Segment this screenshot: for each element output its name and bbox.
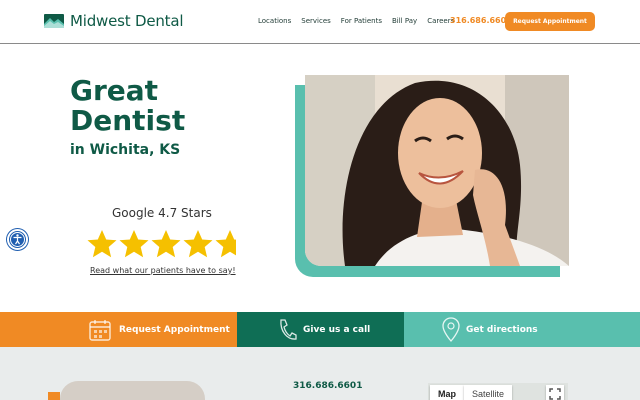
hero-subtitle: in Wichita, KS [70, 142, 181, 158]
accessibility-button[interactable] [7, 229, 28, 250]
hero-photo-smiling-woman [305, 75, 569, 266]
lower-accent-block [48, 392, 60, 400]
star-icon [151, 230, 181, 258]
reviews-link[interactable]: Read what our patients have to say! [90, 266, 236, 275]
nav-item-for-patients[interactable]: For Patients [341, 17, 382, 25]
cta-give-us-a-call[interactable]: Give us a call [237, 312, 404, 347]
nav-item-services[interactable]: Services [301, 17, 331, 25]
hero-title-line1: Great [70, 74, 159, 107]
hero-title: Great Dentist [70, 76, 185, 136]
page: Midwest Dental Locations Services For Pa… [0, 0, 640, 400]
star-icon [87, 230, 117, 258]
map-fullscreen-button[interactable] [546, 385, 564, 400]
cta-give-us-a-call-label: Give us a call [303, 324, 371, 335]
request-appointment-button[interactable]: Request Appointment [505, 12, 595, 31]
main-nav: Locations Services For Patients Bill Pay… [258, 17, 464, 25]
hero-title-line2: Dentist [70, 104, 186, 137]
office-phone-link[interactable]: 316.686.6601 [293, 381, 362, 391]
map-type-satellite-button[interactable]: Satellite [464, 385, 513, 400]
fullscreen-icon [549, 388, 561, 400]
calendar-icon [89, 320, 111, 341]
logo-mountain-icon [44, 14, 64, 28]
map-type-map-button[interactable]: Map [430, 385, 464, 400]
star-rating [86, 228, 236, 260]
header-phone-link[interactable]: 316.686.6601 [450, 16, 512, 25]
site-header: Midwest Dental Locations Services For Pa… [0, 0, 640, 44]
star-icon [183, 230, 213, 258]
brand-name: Midwest Dental [70, 12, 184, 30]
map-pin-icon [442, 317, 460, 342]
cta-get-directions-label: Get directions [466, 324, 538, 335]
cta-request-appointment[interactable]: Request Appointment [0, 312, 237, 347]
accessibility-icon [10, 232, 25, 247]
cta-request-appointment-label: Request Appointment [119, 324, 230, 335]
google-rating-label: Google 4.7 Stars [112, 206, 212, 220]
star-icon [215, 230, 236, 258]
nav-item-locations[interactable]: Locations [258, 17, 291, 25]
office-photo [60, 381, 205, 400]
phone-icon [280, 319, 297, 340]
logo[interactable]: Midwest Dental [44, 12, 184, 30]
cta-get-directions[interactable]: Get directions [404, 312, 640, 347]
nav-item-bill-pay[interactable]: Bill Pay [392, 17, 417, 25]
star-icon [119, 230, 149, 258]
